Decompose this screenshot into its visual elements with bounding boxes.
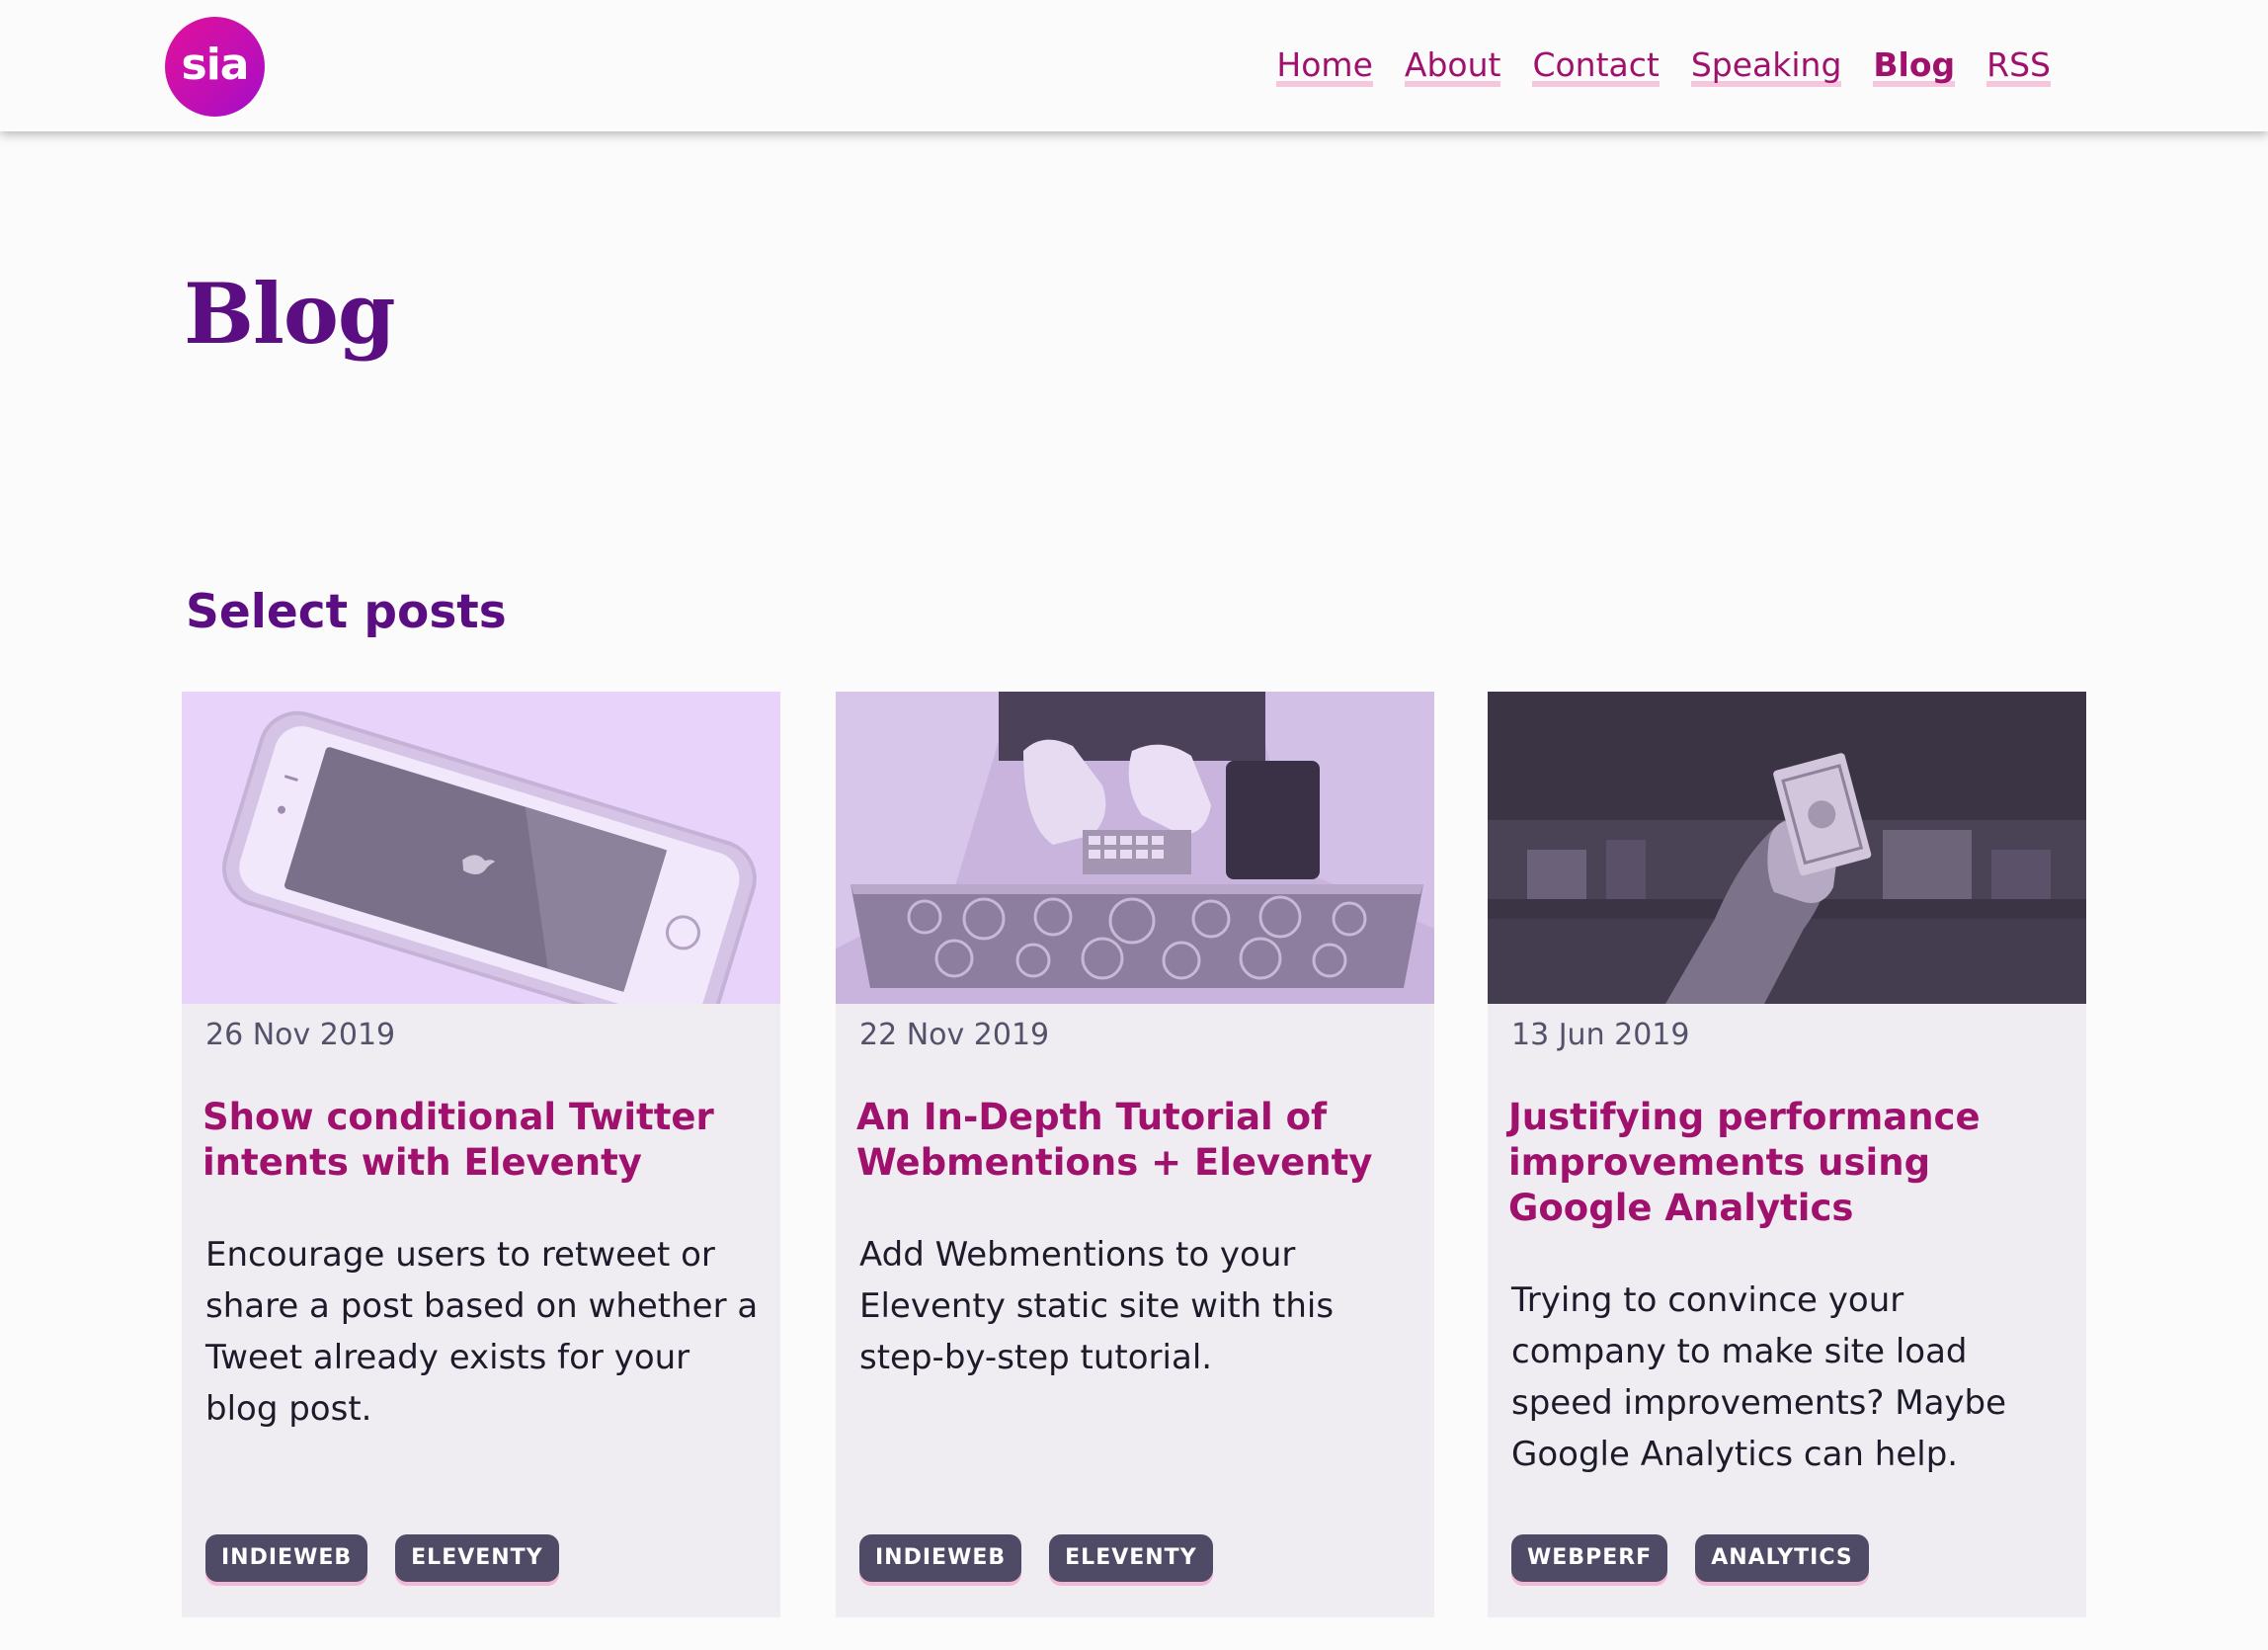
post-date: 13 Jun 2019: [1511, 1018, 1690, 1052]
nav-link-home[interactable]: Home: [1276, 41, 1373, 91]
site-logo[interactable]: sia: [165, 17, 265, 117]
post-excerpt: Encourage users to retweet or share a po…: [205, 1235, 759, 1429]
tag-list: INDIEWEB ELEVENTY: [205, 1534, 559, 1582]
nav-link-blog[interactable]: Blog: [1873, 41, 1956, 91]
hand-holding-money-photo[interactable]: [1488, 692, 2086, 1004]
tag[interactable]: ELEVENTY: [395, 1534, 559, 1582]
laptop-typing-photo[interactable]: [836, 692, 1434, 1004]
tag[interactable]: ELEVENTY: [1049, 1534, 1213, 1582]
post-excerpt: Trying to convince your company to make …: [1511, 1280, 2007, 1474]
site-header: sia Home About Contact Speaking Blog RSS: [0, 0, 2268, 131]
tag[interactable]: INDIEWEB: [859, 1534, 1022, 1582]
post-card[interactable]: 26 Nov 2019 Show conditional Twitter int…: [182, 692, 780, 1617]
page-title: Blog: [184, 265, 396, 363]
tag[interactable]: INDIEWEB: [205, 1534, 368, 1582]
main-nav: Home About Contact Speaking Blog RSS: [1276, 41, 2051, 91]
nav-link-speaking[interactable]: Speaking: [1690, 41, 1842, 91]
tag-list: INDIEWEB ELEVENTY: [859, 1534, 1213, 1582]
nav-link-rss[interactable]: RSS: [1986, 41, 2051, 91]
tag[interactable]: ANALYTICS: [1695, 1534, 1869, 1582]
post-date: 26 Nov 2019: [205, 1018, 396, 1052]
nav-link-about[interactable]: About: [1404, 41, 1501, 91]
post-title[interactable]: Show conditional Twitter intents with El…: [202, 1095, 766, 1186]
post-title[interactable]: An In-Depth Tutorial of Webmentions + El…: [856, 1095, 1419, 1186]
section-title: Select posts: [186, 585, 507, 639]
post-title[interactable]: Justifying performance improvements usin…: [1508, 1095, 2071, 1231]
tag-list: WEBPERF ANALYTICS: [1511, 1534, 1869, 1582]
tag[interactable]: WEBPERF: [1511, 1534, 1668, 1582]
nav-link-contact[interactable]: Contact: [1532, 41, 1660, 91]
post-card[interactable]: 13 Jun 2019 Justifying performance impro…: [1488, 692, 2086, 1617]
logo-text: sia: [181, 40, 250, 90]
post-date: 22 Nov 2019: [859, 1018, 1050, 1052]
post-excerpt: Add Webmentions to your Eleventy static …: [859, 1235, 1335, 1377]
post-card[interactable]: 22 Nov 2019 An In-Depth Tutorial of Webm…: [836, 692, 1434, 1617]
phone-twitter-photo[interactable]: [182, 692, 780, 1004]
